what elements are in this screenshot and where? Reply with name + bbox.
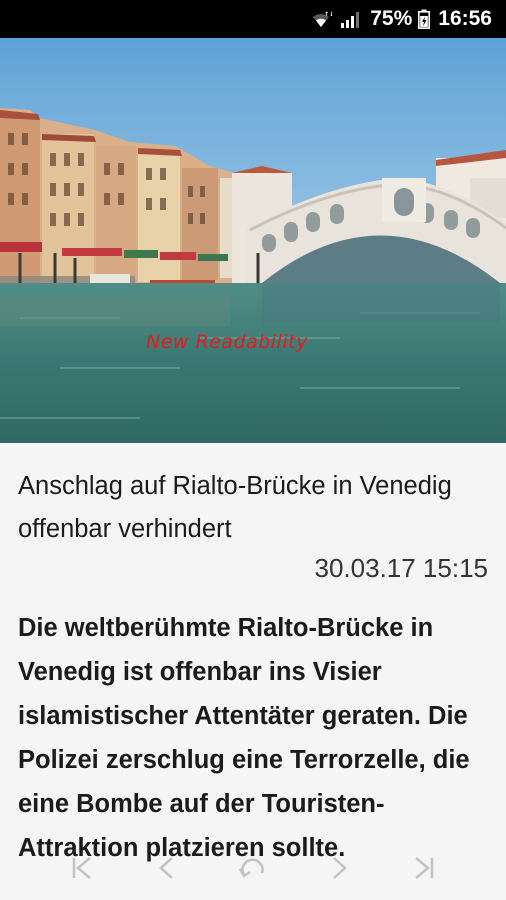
next-button[interactable]: [316, 846, 360, 890]
next-icon: [333, 857, 348, 879]
previous-icon: [158, 857, 173, 879]
first-page-button[interactable]: [61, 846, 105, 890]
article-body: Anschlag auf Rialto-Brücke in Venedig of…: [0, 443, 506, 870]
app-screen: ↑↓ 75% 16:56 New Readability Anschlag au…: [0, 0, 506, 900]
rialto-bridge-picture: [0, 38, 506, 443]
wifi-icon: ↑↓: [310, 9, 332, 29]
last-page-icon: [415, 857, 434, 879]
battery-percent: 75%: [370, 7, 413, 30]
svg-text:↑↓: ↑↓: [324, 11, 332, 18]
clock: 16:56: [438, 7, 492, 30]
article-hero-image: New Readability: [0, 38, 506, 443]
readability-watermark: New Readability: [146, 331, 308, 353]
first-page-icon: [72, 857, 91, 879]
previous-button[interactable]: [146, 846, 190, 890]
reload-button[interactable]: [231, 846, 275, 890]
bottom-navigation: [0, 836, 506, 900]
reload-icon: [238, 858, 264, 878]
article-date: 30.03.17 15:15: [314, 553, 489, 583]
signal-icon: [340, 9, 362, 29]
article-lead: Die weltberühmte Rialto-Brücke in Venedi…: [18, 614, 470, 862]
battery-icon: [418, 9, 431, 29]
status-bar: ↑↓ 75% 16:56: [0, 0, 506, 38]
article-headline: Anschlag auf Rialto-Brücke in Venedig of…: [18, 472, 452, 543]
last-page-button[interactable]: [401, 846, 445, 890]
